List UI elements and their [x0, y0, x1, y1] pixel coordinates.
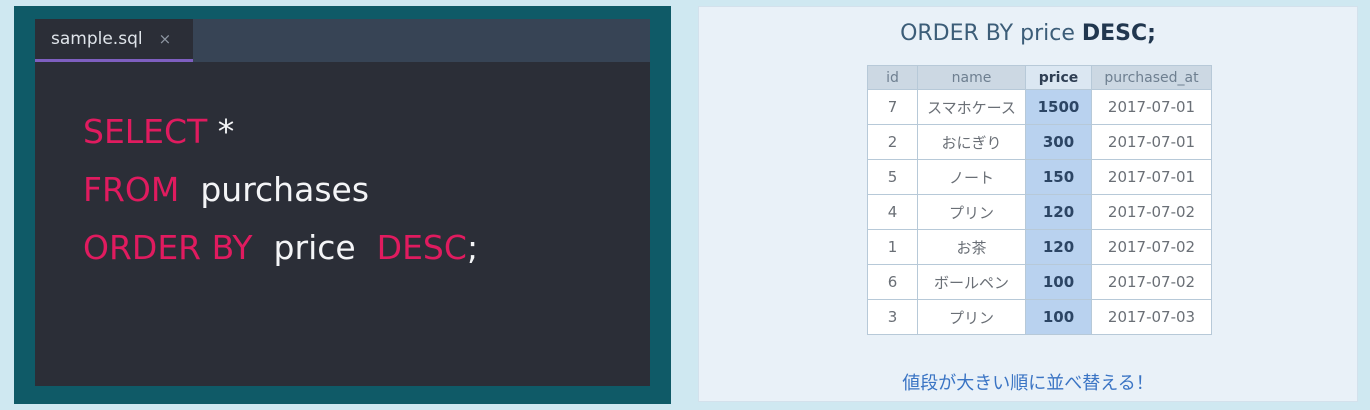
cell-purchased-at: 2017-07-01 — [1091, 124, 1212, 160]
cell-name: お茶 — [917, 229, 1026, 265]
sql-code[interactable]: SELECT * FROM purchases ORDER BY price DES… — [83, 103, 478, 277]
code-editor[interactable]: sample.sql × SELECT * FROM purchases ORDER… — [35, 19, 650, 386]
code-line-2: FROM purchases — [83, 161, 478, 219]
cell-id: 1 — [867, 229, 918, 265]
close-icon[interactable]: × — [159, 30, 172, 48]
cell-price: 120 — [1025, 229, 1092, 265]
cell-id: 2 — [867, 124, 918, 160]
result-caption: 値段が大きい順に並べ替える！ — [902, 373, 1154, 394]
tab-label: sample.sql — [51, 29, 143, 49]
cell-id: 7 — [867, 89, 918, 125]
cell-name: ノート — [917, 159, 1026, 195]
table-row: 2 おにぎり 300 2017-07-01 — [867, 124, 1212, 160]
cell-id: 5 — [867, 159, 918, 195]
table-row: 3 プリン 100 2017-07-03 — [867, 299, 1212, 335]
table-row: 5 ノート 150 2017-07-01 — [867, 159, 1212, 195]
result-table: id name price purchased_at 7 スマホケース 1500… — [867, 65, 1212, 335]
cell-name: おにぎり — [917, 124, 1026, 160]
keyword-select: SELECT — [83, 112, 208, 151]
keyword-from: FROM — [83, 170, 180, 209]
column-header-purchased-at: purchased_at — [1091, 65, 1212, 90]
result-title-plain: ORDER BY price — [900, 21, 1082, 46]
table-row: 4 プリン 120 2017-07-02 — [867, 194, 1212, 230]
cell-purchased-at: 2017-07-02 — [1091, 194, 1212, 230]
cell-name: ボールペン — [917, 264, 1026, 300]
cell-purchased-at: 2017-07-01 — [1091, 89, 1212, 125]
cell-price: 100 — [1025, 299, 1092, 335]
column-header-id: id — [867, 65, 918, 90]
code-line-3: ORDER BY price DESC; — [83, 219, 478, 277]
code-text: purchases — [179, 170, 370, 209]
keyword-desc: DESC — [376, 228, 467, 267]
cell-id: 6 — [867, 264, 918, 300]
cell-price: 300 — [1025, 124, 1092, 160]
code-text: ; — [466, 228, 479, 267]
cell-name: スマホケース — [917, 89, 1026, 125]
result-panel: ORDER BY price DESC; id name price purch… — [698, 6, 1358, 402]
table-row: 7 スマホケース 1500 2017-07-01 — [867, 89, 1212, 125]
cell-id: 4 — [867, 194, 918, 230]
cell-name: プリン — [917, 299, 1026, 335]
cell-price: 1500 — [1025, 89, 1092, 125]
code-text: price — [252, 228, 377, 267]
cell-price: 150 — [1025, 159, 1092, 195]
keyword-order-by: ORDER BY — [83, 228, 253, 267]
code-line-1: SELECT * — [83, 103, 478, 161]
cell-price: 120 — [1025, 194, 1092, 230]
table-row: 1 お茶 120 2017-07-02 — [867, 229, 1212, 265]
tab-sample-sql[interactable]: sample.sql × — [35, 19, 193, 62]
column-header-price: price — [1025, 65, 1092, 90]
cell-name: プリン — [917, 194, 1026, 230]
code-text: * — [207, 112, 235, 151]
editor-tab-bar: sample.sql × — [35, 19, 650, 62]
cell-purchased-at: 2017-07-02 — [1091, 229, 1212, 265]
cell-price: 100 — [1025, 264, 1092, 300]
cell-purchased-at: 2017-07-03 — [1091, 299, 1212, 335]
editor-frame: sample.sql × SELECT * FROM purchases ORDER… — [14, 6, 671, 404]
cell-purchased-at: 2017-07-02 — [1091, 264, 1212, 300]
result-title: ORDER BY price DESC; — [699, 21, 1357, 46]
cell-id: 3 — [867, 299, 918, 335]
table-header-row: id name price purchased_at — [867, 65, 1212, 90]
table-row: 6 ボールペン 100 2017-07-02 — [867, 264, 1212, 300]
column-header-name: name — [917, 65, 1026, 90]
cell-purchased-at: 2017-07-01 — [1091, 159, 1212, 195]
result-title-bold: DESC; — [1081, 21, 1156, 46]
